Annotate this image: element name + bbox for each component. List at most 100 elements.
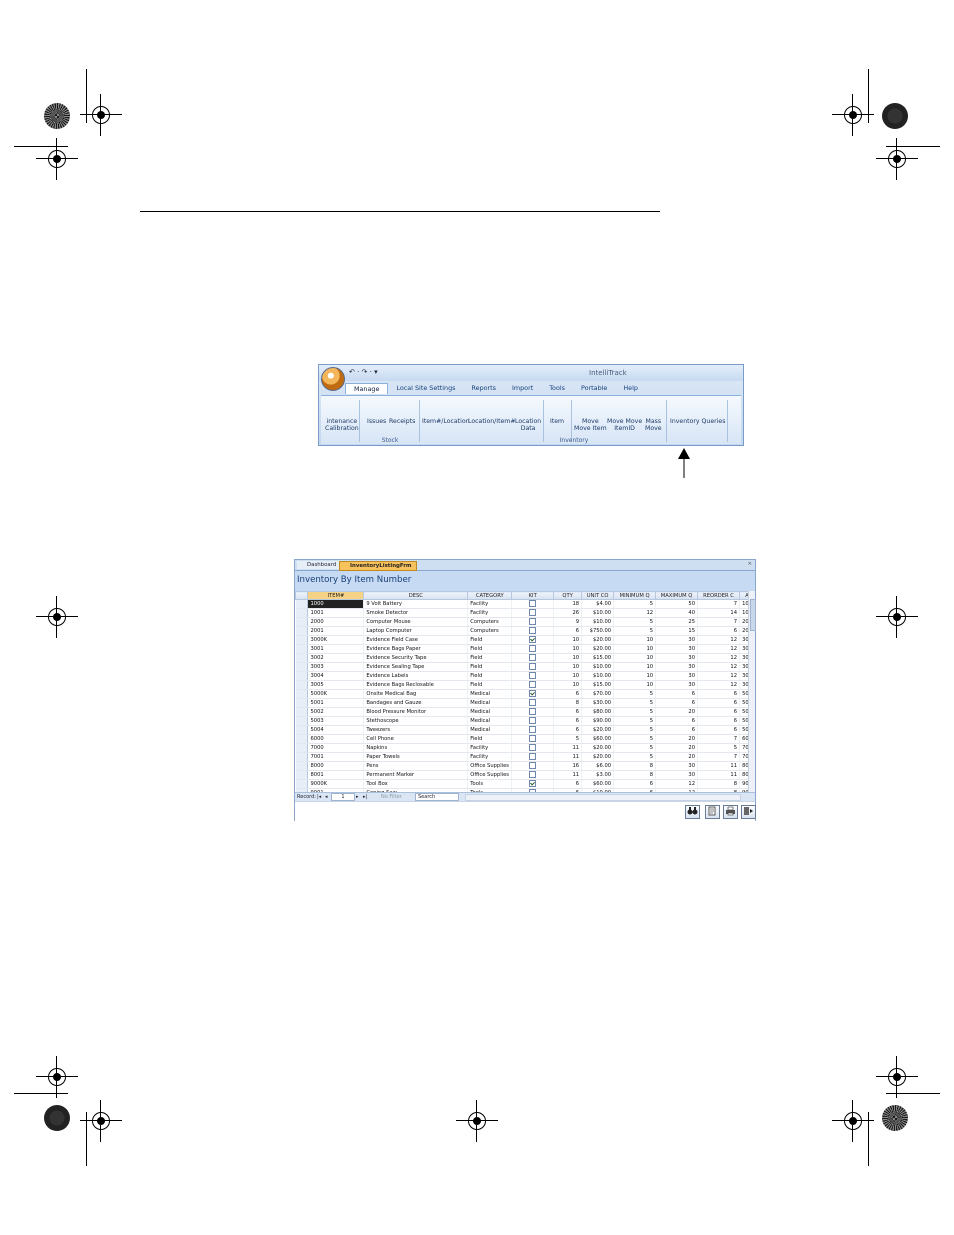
cell-reorder[interactable]: 12 <box>697 644 740 654</box>
cell-maximum[interactable]: 25 <box>655 617 699 627</box>
row-selector[interactable] <box>295 680 309 690</box>
cell-category[interactable]: Field <box>467 671 513 681</box>
cell-reorder[interactable]: 6 <box>697 716 740 726</box>
checkbox-icon[interactable] <box>529 618 537 625</box>
cell-minimum[interactable]: 5 <box>613 626 657 636</box>
inventory-queries-button[interactable]: Inventory Queries <box>670 418 725 425</box>
select-all-cell[interactable] <box>295 591 309 600</box>
cell-qty[interactable]: 9 <box>553 617 583 627</box>
cell-reorder[interactable]: 5 <box>697 743 740 753</box>
cell-item[interactable]: 3003 <box>307 662 365 672</box>
cell-unit-cost[interactable]: $30.00 <box>581 698 615 708</box>
table-row[interactable]: 3005 Evidence Bags Reclosable Field 10 $15.0… <box>295 680 755 690</box>
cell-item[interactable]: 7000 <box>307 743 365 753</box>
cell-category[interactable]: Medical <box>467 689 513 699</box>
cell-qty[interactable]: 8 <box>553 698 583 708</box>
cell-reorder[interactable]: 7 <box>697 734 740 744</box>
cell-reorder[interactable]: 6 <box>697 707 740 717</box>
cell-desc[interactable]: Bandages and Gauze <box>363 698 469 708</box>
item-button[interactable]: Item <box>550 418 564 425</box>
cell-item[interactable]: 5003 <box>307 716 365 726</box>
cell-desc[interactable]: Evidence Bags Paper <box>363 644 469 654</box>
cell-category[interactable]: Field <box>467 680 513 690</box>
checkbox-icon[interactable] <box>529 672 537 679</box>
vertical-scrollbar[interactable] <box>748 591 756 792</box>
cell-kit[interactable] <box>511 689 555 699</box>
cell-unit-cost[interactable]: $20.00 <box>581 743 615 753</box>
cell-category[interactable]: Field <box>467 653 513 663</box>
cell-desc[interactable]: Napkins <box>363 743 469 753</box>
move-item-id-button[interactable]: Move Move ItemID <box>607 418 642 432</box>
tab-import[interactable]: Import <box>504 383 541 394</box>
cell-qty[interactable]: 10 <box>553 662 583 672</box>
checkbox-icon[interactable] <box>529 645 537 652</box>
table-row[interactable]: 3002 Evidence Security Tape Field 10 $15.00 1… <box>295 653 755 663</box>
cell-kit[interactable] <box>511 698 555 708</box>
cell-minimum[interactable]: 5 <box>613 698 657 708</box>
cell-qty[interactable]: 6 <box>553 626 583 636</box>
cell-qty[interactable]: 10 <box>553 635 583 645</box>
cell-maximum[interactable]: 6 <box>655 716 699 726</box>
report-icon[interactable] <box>705 805 720 819</box>
cell-category[interactable]: Tools <box>467 779 513 789</box>
cell-unit-cost[interactable]: $15.00 <box>581 653 615 663</box>
table-row[interactable]: 8000PensOffice Supplies16$6.0083011800 <box>295 761 755 771</box>
row-selector[interactable] <box>295 707 309 717</box>
tab-manage[interactable]: Manage <box>345 383 389 394</box>
cell-qty[interactable]: 6 <box>553 716 583 726</box>
cell-maximum[interactable]: 15 <box>655 626 699 636</box>
cell-item[interactable]: 5001 <box>307 698 365 708</box>
next-record-button[interactable]: ▸ <box>356 794 359 800</box>
checked-checkbox-icon[interactable] <box>529 780 537 787</box>
table-row[interactable]: 8001 Permanent Marker Office Supplies 11 $3.… <box>295 770 755 780</box>
cell-desc[interactable]: Paper Towels <box>363 752 469 762</box>
cell-qty[interactable]: 11 <box>553 752 583 762</box>
cell-kit[interactable] <box>511 635 555 645</box>
cell-maximum[interactable]: 40 <box>655 608 699 618</box>
cell-minimum[interactable]: 5 <box>613 725 657 735</box>
cell-reorder[interactable]: 12 <box>697 680 740 690</box>
checkbox-icon[interactable] <box>529 744 537 751</box>
cell-unit-cost[interactable]: $60.00 <box>581 779 615 789</box>
cell-item[interactable]: 6000 <box>307 734 365 744</box>
cell-category[interactable]: Facility <box>467 743 513 753</box>
column-header-maximum[interactable]: MAXIMUM Q <box>655 591 699 600</box>
row-selector[interactable] <box>295 770 309 780</box>
column-header-item[interactable]: ITEM# <box>307 591 365 600</box>
cell-minimum[interactable]: 5 <box>613 617 657 627</box>
cell-category[interactable]: Office Supplies <box>467 770 513 780</box>
cell-minimum[interactable]: 10 <box>613 680 657 690</box>
column-header-qty[interactable]: QTY <box>553 591 583 600</box>
row-selector[interactable] <box>295 662 309 672</box>
cell-minimum[interactable]: 8 <box>613 761 657 771</box>
cell-maximum[interactable]: 20 <box>655 707 699 717</box>
cell-desc[interactable]: Evidence Field Case <box>363 635 469 645</box>
cell-item[interactable]: 1001 <box>307 608 365 618</box>
row-selector[interactable] <box>295 608 309 618</box>
table-row[interactable]: 5000K Onsite Medical Bag Medical 6 $70.00 5 6 6… <box>295 689 755 699</box>
cell-item[interactable]: 3004 <box>307 671 365 681</box>
cell-kit[interactable] <box>511 644 555 654</box>
table-row[interactable]: 1001 Smoke Detector Facility 26 $10.00 12 40 14… <box>295 608 755 618</box>
cell-qty[interactable]: 10 <box>553 653 583 663</box>
checkbox-icon[interactable] <box>529 654 537 661</box>
cell-reorder[interactable]: 8 <box>697 779 740 789</box>
search-input[interactable]: Search <box>415 793 459 801</box>
previous-record-button[interactable]: ◂ <box>325 794 328 800</box>
cell-qty[interactable]: 11 <box>553 743 583 753</box>
cell-unit-cost[interactable]: $80.00 <box>581 707 615 717</box>
move-button[interactable]: Move Move Item <box>574 418 607 432</box>
row-selector[interactable] <box>295 725 309 735</box>
cell-item[interactable]: 2000 <box>307 617 365 627</box>
cell-minimum[interactable]: 5 <box>613 599 657 609</box>
cell-category[interactable]: Computers <box>467 617 513 627</box>
cell-unit-cost[interactable]: $60.00 <box>581 734 615 744</box>
row-selector[interactable] <box>295 743 309 753</box>
maintenance-button[interactable]: intenance Calibration <box>325 418 359 432</box>
checked-checkbox-icon[interactable] <box>529 636 537 643</box>
cell-minimum[interactable]: 10 <box>613 671 657 681</box>
cell-qty[interactable]: 16 <box>553 761 583 771</box>
cell-minimum[interactable]: 5 <box>613 716 657 726</box>
checkbox-icon[interactable] <box>529 627 537 634</box>
scrollbar-thumb[interactable] <box>750 599 756 631</box>
